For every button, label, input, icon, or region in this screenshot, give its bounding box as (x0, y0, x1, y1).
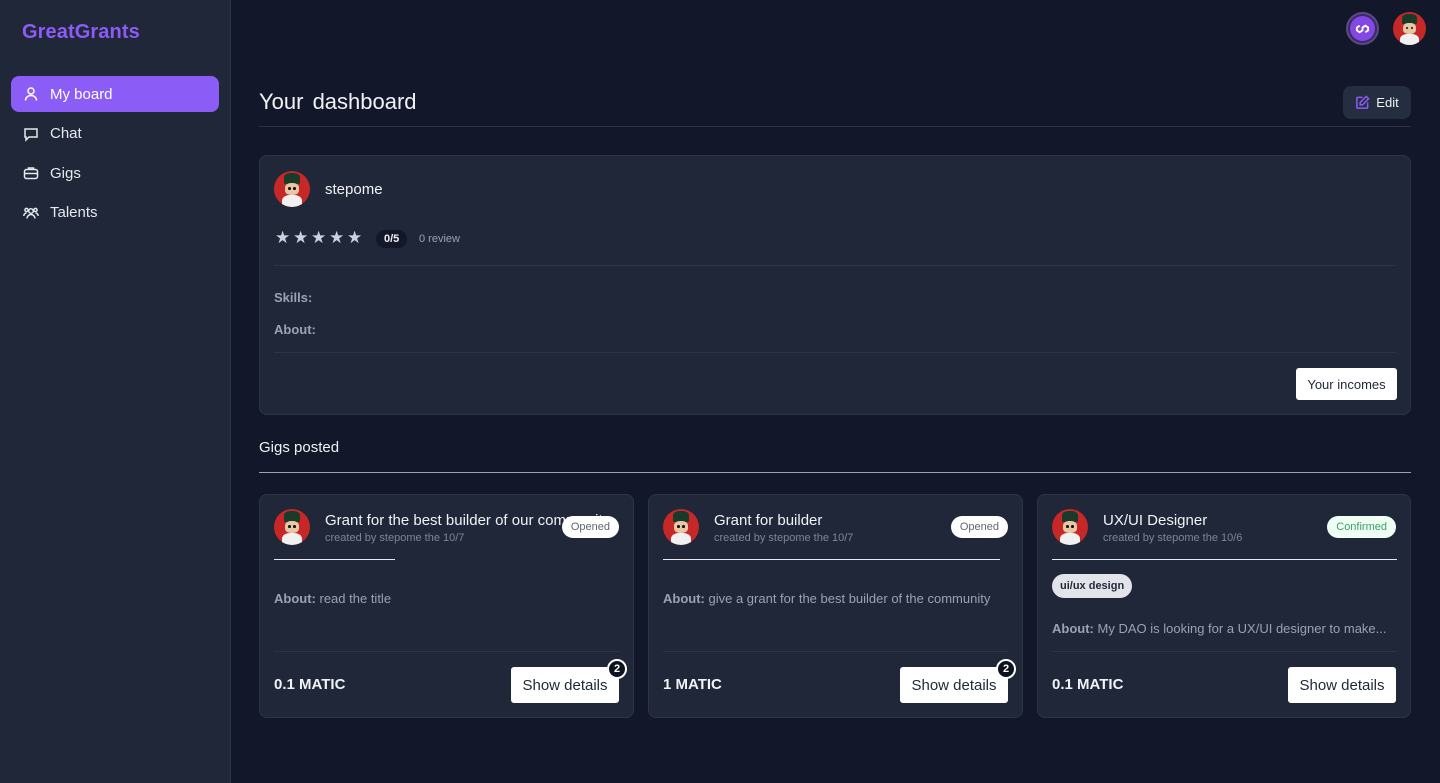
gig-about-label: About: (274, 591, 316, 606)
sidebar-item-my-board[interactable]: My board (11, 76, 219, 112)
sidebar: GreatGrants My board Chat Gigs Talents (0, 0, 231, 783)
gig-subtitle: created by stepome the 10/7 (714, 532, 854, 544)
sidebar-item-gigs[interactable]: Gigs (11, 155, 219, 191)
divider (274, 651, 619, 652)
divider (1052, 559, 1397, 560)
gig-about-text: read the title (319, 591, 392, 606)
gig-card[interactable]: UX/UI Designer created by stepome the 10… (1037, 494, 1411, 718)
profile-username: stepome (325, 181, 383, 198)
divider (663, 559, 1000, 560)
status-badge: Confirmed (1327, 516, 1396, 538)
divider (663, 651, 1008, 652)
show-details-button[interactable]: Show details (1288, 667, 1396, 703)
gig-about-text: give a grant for the best builder of the… (708, 591, 991, 606)
page-title: Your dashboard (259, 89, 417, 114)
divider (259, 472, 1411, 473)
sidebar-item-label: Gigs (50, 164, 81, 182)
star-icon: ★ (293, 228, 309, 247)
your-incomes-button[interactable]: Your incomes (1296, 368, 1397, 400)
gig-card[interactable]: Grant for the best builder of our commun… (259, 494, 634, 718)
review-count: 0 review (419, 233, 460, 245)
skill-tag: ui/ux design (1052, 574, 1133, 598)
gig-about-text: My DAO is looking for a UX/UI designer t… (1097, 621, 1387, 636)
sidebar-item-chat[interactable]: Chat (11, 116, 219, 152)
status-badge: Opened (950, 516, 1008, 538)
star-icon: ★ (275, 228, 291, 247)
about-label: About: (274, 322, 316, 337)
chat-bubble-icon (22, 125, 40, 143)
gig-card[interactable]: Grant for builder created by stepome the… (648, 494, 1023, 718)
edit-button[interactable]: Edit (1343, 86, 1411, 119)
star-icon: ★ (311, 228, 327, 247)
polygon-network-button[interactable] (1346, 12, 1379, 45)
notification-badge: 2 (996, 659, 1016, 679)
edit-icon (1356, 95, 1370, 109)
avatar (274, 171, 310, 207)
show-details-button[interactable]: Show details (511, 667, 619, 703)
gigs-section-title: Gigs posted (259, 439, 340, 456)
divider (1052, 651, 1397, 652)
divider (259, 126, 1411, 127)
rating-stars: ★ ★ ★ ★ ★ (275, 228, 363, 247)
gig-about-label: About: (663, 591, 705, 606)
user-avatar-button[interactable] (1393, 12, 1426, 45)
star-icon: ★ (347, 228, 363, 247)
gig-about: About: give a grant for the best builder… (663, 591, 1008, 606)
users-icon (22, 204, 40, 222)
divider (274, 352, 1396, 353)
avatar (1052, 509, 1088, 545)
polygon-icon (1350, 16, 1375, 41)
rating-badge: 0/5 (376, 230, 408, 248)
gig-about-label: About: (1052, 621, 1094, 636)
gig-about: About: read the title (274, 591, 619, 606)
sidebar-item-label: My board (50, 85, 113, 103)
show-details-button[interactable]: Show details (900, 667, 1008, 703)
avatar (274, 509, 310, 545)
sidebar-item-label: Chat (50, 125, 82, 143)
profile-card: stepome ★ ★ ★ ★ ★ 0/5 0 review Skills: A… (259, 155, 1411, 415)
gig-subtitle: created by stepome the 10/7 (325, 532, 465, 544)
gig-subtitle: created by stepome the 10/6 (1103, 532, 1243, 544)
edit-button-label: Edit (1376, 95, 1399, 110)
divider (274, 265, 1396, 266)
avatar (663, 509, 699, 545)
sidebar-item-label: Talents (50, 204, 98, 222)
divider (274, 559, 395, 560)
gig-about: About: My DAO is looking for a UX/UI des… (1052, 621, 1397, 636)
gig-price: 0.1 MATIC (1052, 676, 1124, 693)
user-icon (22, 85, 40, 103)
gig-price: 1 MATIC (663, 676, 722, 693)
status-badge: Opened (561, 516, 619, 538)
skills-label: Skills: (274, 290, 313, 305)
sidebar-item-talents[interactable]: Talents (11, 195, 219, 231)
notification-badge: 2 (607, 659, 627, 679)
briefcase-icon (22, 164, 40, 182)
star-icon: ★ (329, 228, 345, 247)
gig-price: 0.1 MATIC (274, 676, 346, 693)
sidebar-nav: My board Chat Gigs Talents (11, 76, 219, 234)
brand-logo[interactable]: GreatGrants (22, 21, 140, 44)
